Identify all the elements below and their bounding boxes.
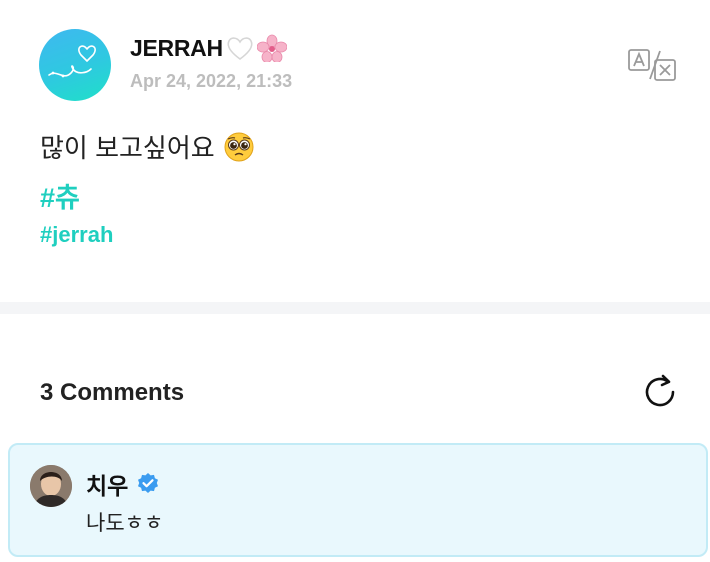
comments-count-heading: 3 Comments (40, 379, 185, 406)
avatar-heart-doodle-icon (48, 45, 96, 78)
post-timestamp: Apr 24, 2022, 21:33 (130, 71, 293, 91)
author-avatar[interactable] (39, 29, 111, 101)
section-divider (0, 302, 710, 314)
post-content: 많이 보고싶어요 (40, 128, 255, 165)
cherry-blossom-icon (256, 34, 287, 62)
comment-item[interactable]: 치우 나도ㅎㅎ (8, 443, 708, 557)
commenter-photo-icon (30, 465, 72, 507)
refresh-comments-button[interactable] (640, 372, 682, 412)
translate-button[interactable] (626, 47, 678, 83)
verified-badge-icon (138, 473, 159, 493)
post-author[interactable]: JERRAH (130, 34, 287, 62)
hashtag-link[interactable]: #jerrah (40, 222, 113, 248)
hashtag-link[interactable]: #츄 (40, 176, 80, 215)
post-text: 많이 보고싶어요 (40, 133, 215, 163)
comment-text: 나도ㅎㅎ (86, 512, 164, 535)
post-author-name: JERRAH (130, 34, 223, 61)
translate-icon (628, 49, 676, 81)
commenter-name[interactable]: 치우 (86, 467, 160, 501)
post-page: JERRAH Apr 24, 2022, 21:33 많이 보고싶어요 #츄 #… (0, 0, 710, 562)
refresh-icon (645, 374, 675, 407)
commenter-name-label: 치우 (86, 473, 129, 499)
commenter-avatar[interactable] (30, 465, 72, 507)
white-heart-icon (227, 37, 253, 60)
pleading-face-icon (224, 132, 254, 161)
